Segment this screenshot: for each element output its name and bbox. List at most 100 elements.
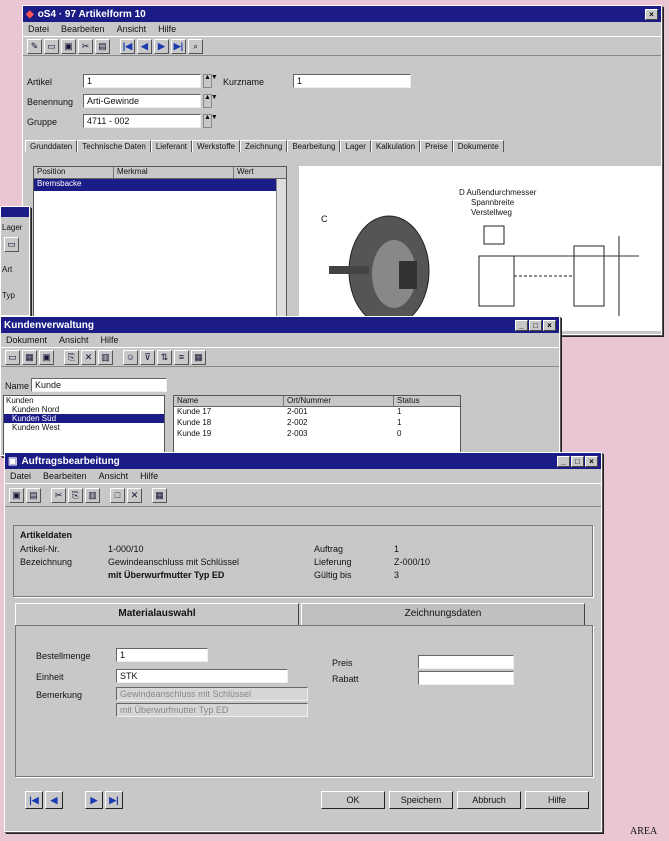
tab-grunddaten[interactable]: Grunddaten [25, 140, 78, 152]
col-header-position[interactable]: Position [34, 167, 114, 178]
user-icon[interactable]: ☺ [123, 349, 138, 365]
lager-window-titlebar[interactable] [1, 207, 29, 217]
merkmal-list[interactable]: Position Merkmal Wert Bremsbacke [33, 166, 287, 326]
tab-zeichnung[interactable]: Zeichnung [239, 140, 288, 152]
menu-help[interactable]: Hilfe [158, 24, 176, 34]
tab-dokumente[interactable]: Dokumente [452, 140, 504, 152]
gruppe-spin[interactable]: ▲▼ [203, 114, 218, 128]
maximize-icon[interactable]: □ [529, 319, 542, 331]
ok-button[interactable]: OK [321, 791, 385, 809]
menu-ansicht[interactable]: Ansicht [99, 471, 129, 481]
tree-item[interactable]: Kunden Nord [4, 405, 164, 414]
benennung-spin[interactable]: ▲▼ [203, 94, 218, 108]
close-icon[interactable]: × [543, 319, 556, 331]
delete-icon[interactable]: ✕ [127, 487, 142, 503]
tab-kalkulation[interactable]: Kalkulation [370, 140, 421, 152]
preis-field[interactable] [418, 655, 514, 669]
tab-zeichnungsdaten[interactable]: Zeichnungsdaten [301, 603, 585, 625]
cut-icon[interactable]: ✂ [78, 38, 93, 54]
open-icon[interactable]: ▭ [44, 38, 59, 54]
tab-lieferant[interactable]: Lieferant [150, 140, 192, 152]
new-icon[interactable]: □ [110, 487, 125, 503]
minimize-icon[interactable]: _ [557, 455, 570, 467]
maximize-icon[interactable]: □ [571, 455, 584, 467]
menu-file[interactable]: Datei [28, 24, 49, 34]
tab-werkstoffe[interactable]: Werkstoffe [192, 140, 240, 152]
table-row[interactable]: Kunde 19 2-003 0 [174, 429, 460, 440]
close-icon[interactable]: × [585, 455, 598, 467]
menu-dokument[interactable]: Dokument [6, 335, 47, 345]
sort-icon[interactable]: ⇅ [157, 349, 172, 365]
name-search-field[interactable]: Kunde [31, 378, 167, 392]
tree-item-selected[interactable]: Kunden Süd [4, 414, 164, 423]
artikel-spin[interactable]: ▲▼ [203, 74, 218, 88]
grid-header-name[interactable]: Name [174, 396, 284, 406]
tab-technische-daten[interactable]: Technische Daten [77, 140, 151, 152]
tree-item[interactable]: Kunden [4, 396, 164, 405]
chart-icon[interactable]: ▥ [98, 349, 113, 365]
help-button[interactable]: Hilfe [525, 791, 589, 809]
auftrag-window-titlebar[interactable]: ▣ Auftragsbearbeitung _ □ × [5, 453, 601, 469]
grid-header-ort[interactable]: Ort/Nummer [284, 396, 394, 406]
prev-record-button[interactable]: ◀ [45, 791, 63, 809]
rabatt-field[interactable] [418, 671, 514, 685]
kunden-tree[interactable]: Kunden Kunden Nord Kunden Süd Kunden Wes… [3, 395, 165, 455]
last-record-icon[interactable]: ▶| [171, 38, 186, 54]
grid-header-status[interactable]: Status [394, 396, 460, 406]
col-header-wert[interactable]: Wert [234, 167, 286, 178]
benennung-field[interactable]: Arti-Gewinde [83, 94, 201, 108]
bestellmenge-field[interactable]: 1 [116, 648, 208, 662]
tab-bearbeitung[interactable]: Bearbeitung [287, 140, 341, 152]
grid-icon[interactable]: ▦ [22, 349, 37, 365]
next-record-icon[interactable]: ▶ [154, 38, 169, 54]
gruppe-field[interactable]: 4711 - 002 [83, 114, 201, 128]
menu-edit[interactable]: Bearbeiten [61, 24, 105, 34]
paste-icon[interactable]: ▥ [85, 487, 100, 503]
artikel-window-titlebar[interactable]: ◆ oS4 · 97 Artikelform 10 × [23, 6, 661, 22]
first-record-icon[interactable]: |◀ [120, 38, 135, 54]
close-icon[interactable]: × [645, 8, 658, 20]
kunden-window-titlebar[interactable]: Kundenverwaltung _ □ × [1, 317, 559, 333]
save-icon[interactable]: ▣ [39, 349, 54, 365]
filter-icon[interactable]: ⊽ [140, 349, 155, 365]
new-icon[interactable]: ✎ [27, 38, 42, 54]
first-record-button[interactable]: |◀ [25, 791, 43, 809]
new-icon[interactable]: ▭ [5, 349, 20, 365]
list-item[interactable]: Bremsbacke [34, 179, 286, 191]
copy-icon[interactable]: ⎘ [68, 487, 83, 503]
menu-datei[interactable]: Datei [10, 471, 31, 481]
menu-bearbeiten[interactable]: Bearbeiten [43, 471, 87, 481]
tab-preise[interactable]: Preise [420, 140, 453, 152]
search-icon[interactable]: ⌕ [188, 38, 203, 54]
kunden-grid[interactable]: Name Ort/Nummer Status Kunde 17 2-001 1 … [173, 395, 461, 455]
copy-icon[interactable]: ⎘ [64, 349, 79, 365]
menu-ansicht[interactable]: Ansicht [59, 335, 89, 345]
calendar-icon[interactable]: ▦ [152, 487, 167, 503]
last-record-button[interactable]: ▶| [105, 791, 123, 809]
print-icon[interactable]: ▤ [95, 38, 110, 54]
lager-tool-icon[interactable]: ▭ [4, 237, 19, 252]
save-icon[interactable]: ▣ [61, 38, 76, 54]
kurzname-field[interactable]: 1 [293, 74, 411, 88]
menu-view[interactable]: Ansicht [117, 24, 147, 34]
table-icon[interactable]: ▦ [191, 349, 206, 365]
table-row[interactable]: Kunde 17 2-001 1 [174, 407, 460, 418]
minimize-icon[interactable]: _ [515, 319, 528, 331]
list-icon[interactable]: ≡ [174, 349, 189, 365]
tab-lager[interactable]: Lager [340, 140, 371, 152]
tab-materialauswahl[interactable]: Materialauswahl [15, 603, 299, 625]
tree-item[interactable]: Kunden West [4, 423, 164, 432]
delete-icon[interactable]: ✕ [81, 349, 96, 365]
col-header-merkmal[interactable]: Merkmal [114, 167, 234, 178]
cut-icon[interactable]: ✂ [51, 487, 66, 503]
artikel-field[interactable]: 1 [83, 74, 201, 88]
einheit-field[interactable]: STK [116, 669, 288, 683]
save-icon[interactable]: ▣ [9, 487, 24, 503]
table-row[interactable]: Kunde 18 2-002 1 [174, 418, 460, 429]
list-scrollbar[interactable] [276, 179, 286, 325]
prev-record-icon[interactable]: ◀ [137, 38, 152, 54]
save-button[interactable]: Speichern [389, 791, 453, 809]
cancel-button[interactable]: Abbruch [457, 791, 521, 809]
next-record-button[interactable]: ▶ [85, 791, 103, 809]
print-icon[interactable]: ▤ [26, 487, 41, 503]
